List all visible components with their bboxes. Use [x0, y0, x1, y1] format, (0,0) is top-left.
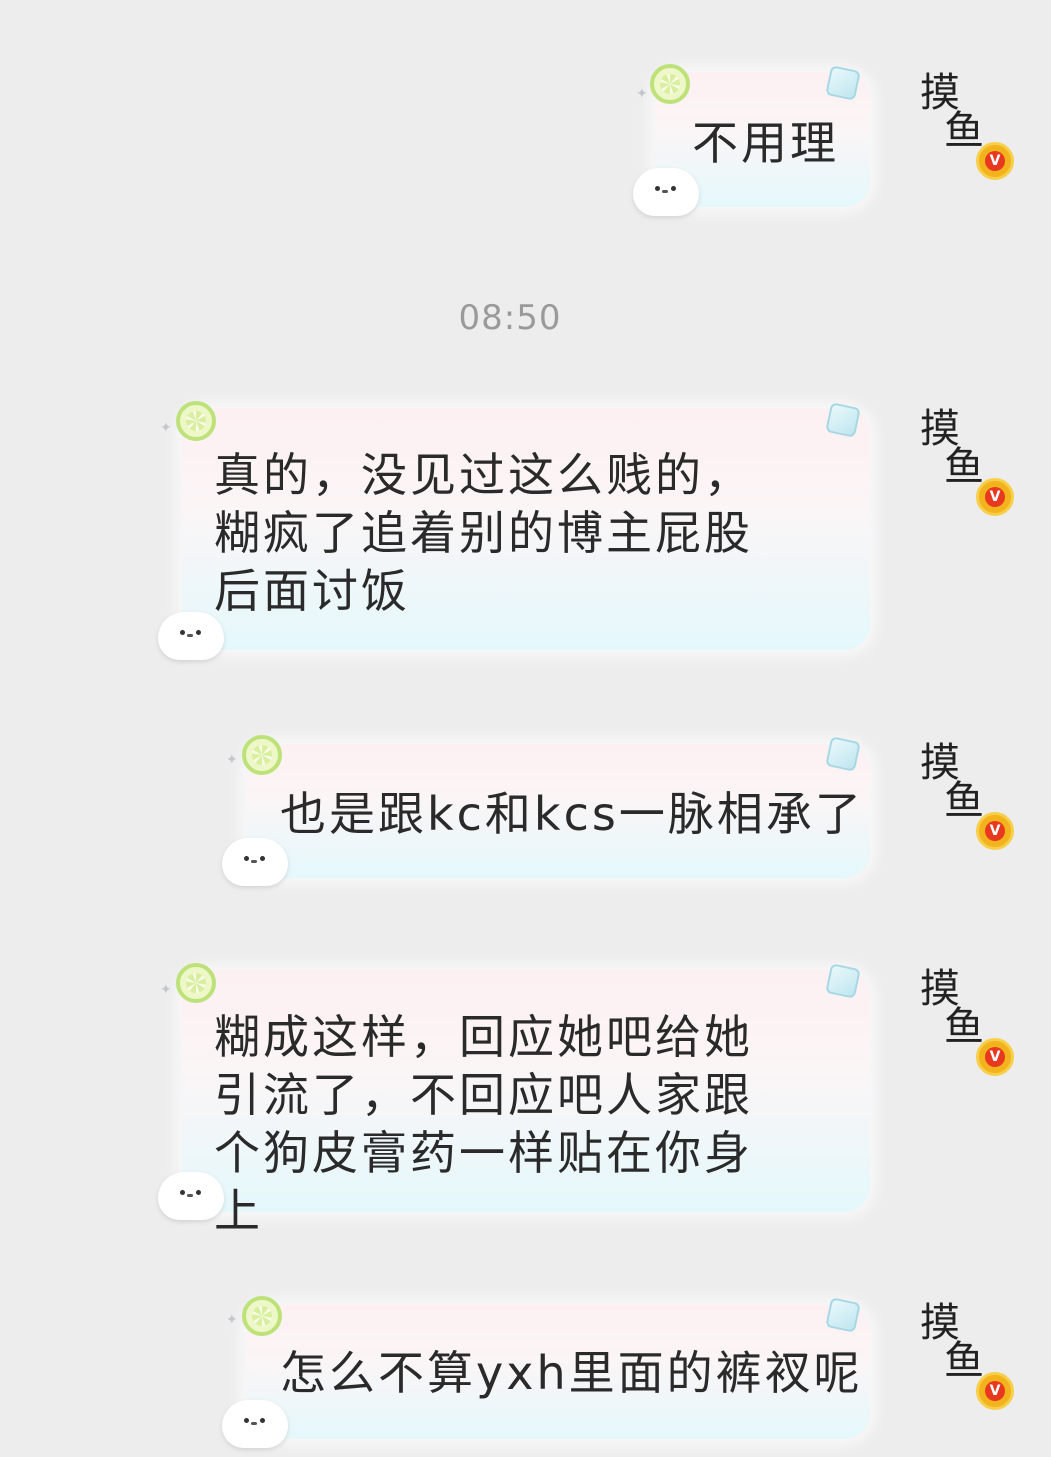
verified-badge-icon: V — [976, 812, 1014, 850]
lime-sticker-icon — [176, 963, 216, 1003]
lime-sticker-icon — [176, 401, 216, 441]
badge-label: V — [985, 1047, 1005, 1067]
avatar[interactable]: 摸 鱼 V — [920, 72, 1014, 180]
sparkle-icon: ✦ — [160, 420, 172, 436]
badge-label: V — [985, 487, 1005, 507]
puppy-sticker-icon — [222, 838, 288, 886]
ice-cube-icon — [825, 963, 861, 999]
lime-sticker-icon — [650, 64, 690, 104]
lime-sticker-icon — [242, 735, 282, 775]
sparkle-icon: ✦ — [226, 752, 238, 768]
avatar-glyph: 鱼 — [944, 778, 984, 824]
message-text: 怎么不算yxh里面的裤衩呢 — [280, 1346, 863, 1400]
puppy-sticker-icon — [222, 1400, 288, 1448]
verified-badge-icon: V — [976, 142, 1014, 180]
puppy-sticker-icon — [633, 168, 699, 216]
message-text: 也是跟kc和kcs一脉相承了 — [280, 787, 864, 841]
verified-badge-icon: V — [976, 1038, 1014, 1076]
ice-cube-icon — [825, 402, 861, 438]
sparkle-icon: ✦ — [160, 982, 172, 998]
avatar[interactable]: 摸 鱼 V — [920, 1302, 1014, 1410]
avatar[interactable]: 摸 鱼 V — [920, 742, 1014, 850]
avatar-glyph: 鱼 — [944, 444, 984, 490]
lime-sticker-icon — [242, 1296, 282, 1336]
badge-label: V — [985, 1381, 1005, 1401]
verified-badge-icon: V — [976, 1372, 1014, 1410]
message-text: 真的，没见过这么贱的，糊疯了追着别的博主屁股后面讨饭 — [214, 448, 753, 618]
sparkle-icon: ✦ — [636, 86, 648, 102]
avatar-glyph: 鱼 — [944, 1338, 984, 1384]
ice-cube-icon — [825, 1297, 861, 1333]
message-text: 不用理 — [692, 116, 839, 170]
ice-cube-icon — [825, 65, 861, 101]
verified-badge-icon: V — [976, 478, 1014, 516]
sparkle-icon: ✦ — [226, 1312, 238, 1328]
avatar-glyph: 鱼 — [944, 108, 984, 154]
timestamp: 08:50 — [458, 298, 562, 338]
avatar-glyph: 鱼 — [944, 1004, 984, 1050]
avatar[interactable]: 摸 鱼 V — [920, 408, 1014, 516]
message-text: 糊成这样，回应她吧给她引流了，不回应吧人家跟个狗皮膏药一样贴在你身上 — [214, 1010, 753, 1238]
badge-label: V — [985, 151, 1005, 171]
avatar[interactable]: 摸 鱼 V — [920, 968, 1014, 1076]
badge-label: V — [985, 821, 1005, 841]
ice-cube-icon — [825, 736, 861, 772]
